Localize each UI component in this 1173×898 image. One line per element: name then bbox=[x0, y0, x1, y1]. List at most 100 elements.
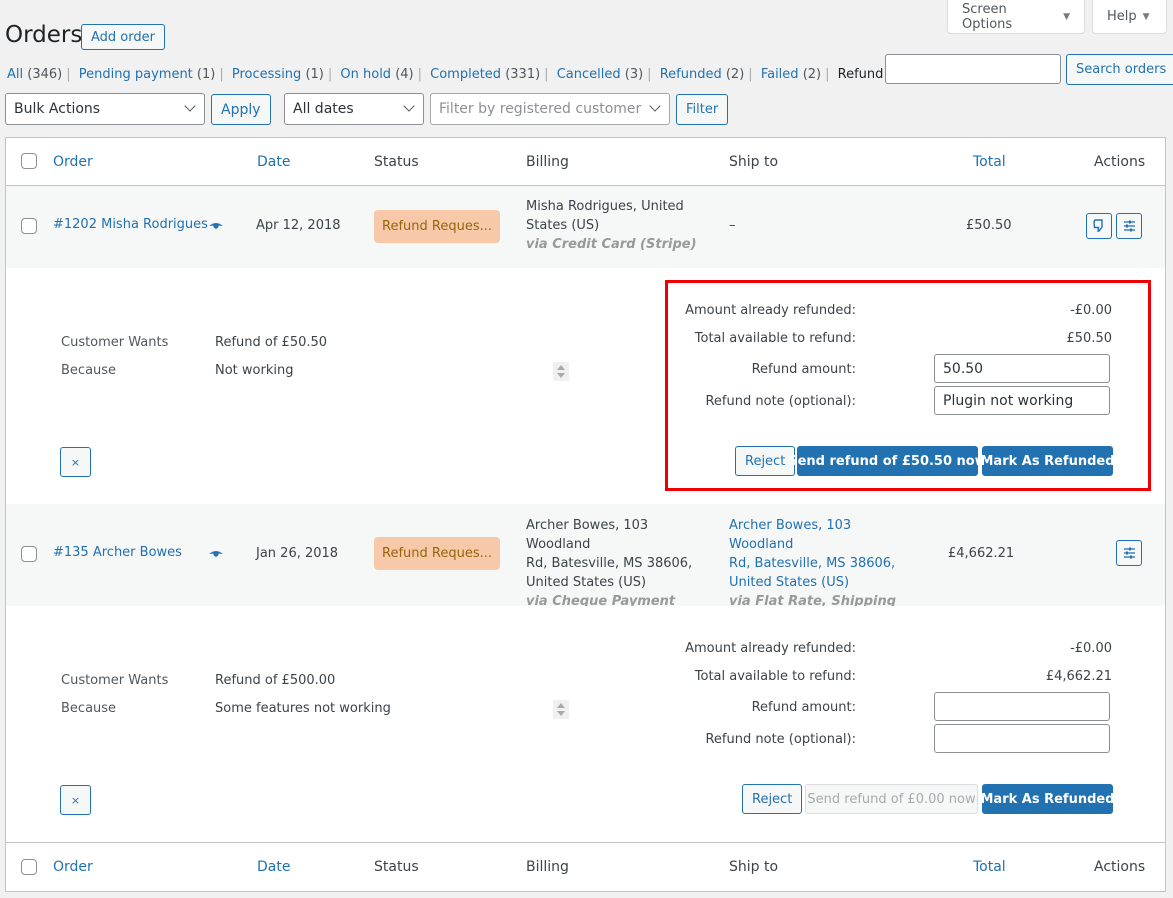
send-refund-button: Send refund of £0.00 now bbox=[805, 784, 978, 814]
close-detail-button[interactable]: × bbox=[60, 447, 91, 477]
customer-wants-label: Customer Wants bbox=[61, 335, 169, 350]
apply-button[interactable]: Apply bbox=[211, 94, 271, 125]
because-label: Because bbox=[61, 363, 117, 378]
edit-action-button[interactable] bbox=[1116, 540, 1142, 566]
screen-options-tab[interactable]: Screen Options ▼ bbox=[947, 0, 1085, 34]
separator: | bbox=[417, 67, 423, 82]
ship-to-line[interactable]: Rd, Batesville, MS 38606, bbox=[729, 554, 919, 573]
refund-request-action-button[interactable] bbox=[1086, 213, 1112, 239]
add-order-button[interactable]: Add order bbox=[81, 24, 165, 50]
filter-label[interactable]: On hold bbox=[340, 67, 391, 82]
customer-filter-select[interactable]: Filter by registered customer bbox=[430, 93, 670, 125]
filter-cancelled[interactable]: Cancelled (3) bbox=[557, 67, 643, 82]
column-actions: Actions bbox=[1094, 859, 1146, 875]
separator: | bbox=[544, 67, 549, 82]
search-orders-input[interactable] bbox=[885, 54, 1061, 84]
filter-count: (1) bbox=[196, 67, 216, 82]
filter-count: (2) bbox=[802, 67, 822, 82]
resize-spinner[interactable] bbox=[553, 362, 569, 381]
triangle-down-icon: ▼ bbox=[1063, 11, 1070, 22]
eye-preview-icon[interactable] bbox=[209, 550, 223, 558]
chevron-down-icon bbox=[403, 100, 415, 112]
orders-table: Order Date Status Billing Ship to Total … bbox=[5, 137, 1166, 892]
separator: | bbox=[327, 67, 333, 82]
bulk-actions-value: Bulk Actions bbox=[14, 101, 101, 117]
table-row: #1202 Misha Rodrigues Apr 12, 2018 Refun… bbox=[6, 186, 1165, 268]
refund-amount-input[interactable] bbox=[934, 692, 1110, 721]
filter-count: (3) bbox=[624, 67, 644, 82]
column-status: Status bbox=[374, 154, 419, 170]
order-total: £50.50 bbox=[966, 218, 1012, 233]
available-label: Total available to refund: bbox=[694, 669, 856, 684]
filter-count: (331) bbox=[505, 67, 541, 82]
row-checkbox[interactable] bbox=[21, 546, 37, 562]
column-billing: Billing bbox=[526, 154, 569, 170]
filter-pending-payment[interactable]: Pending payment (1) bbox=[79, 67, 216, 82]
filter-label[interactable]: Processing bbox=[232, 67, 301, 82]
filter-label[interactable]: Completed bbox=[430, 67, 501, 82]
order-date: Jan 26, 2018 bbox=[256, 546, 339, 561]
filter-on-hold[interactable]: On hold (4) bbox=[340, 67, 413, 82]
filter-label[interactable]: Pending payment bbox=[79, 67, 193, 82]
order-link[interactable]: #135 Archer Bowes bbox=[53, 543, 182, 562]
close-detail-button[interactable]: × bbox=[60, 785, 91, 815]
select-all-checkbox[interactable] bbox=[21, 859, 37, 875]
table-footer: Order Date Status Billing Ship to Total … bbox=[6, 842, 1165, 891]
ship-to-line[interactable]: United States (US) bbox=[729, 573, 919, 592]
column-ship-to: Ship to bbox=[729, 154, 779, 170]
chevron-down-icon bbox=[649, 100, 661, 112]
eye-preview-icon[interactable] bbox=[209, 222, 223, 230]
page-title: Orders bbox=[5, 22, 83, 48]
refund-amount-label: Refund amount: bbox=[751, 700, 856, 715]
filter-label[interactable]: Cancelled bbox=[557, 67, 621, 82]
filter-button[interactable]: Filter bbox=[676, 94, 729, 125]
dates-value: All dates bbox=[293, 101, 354, 117]
order-link[interactable]: #1202 Misha Rodrigues bbox=[53, 215, 208, 234]
filter-count: (1) bbox=[305, 67, 324, 82]
separator: | bbox=[647, 67, 652, 82]
available-value: £4,662.21 bbox=[1045, 669, 1112, 684]
column-total[interactable]: Total bbox=[973, 859, 1006, 875]
column-date[interactable]: Date bbox=[257, 154, 290, 170]
column-order[interactable]: Order bbox=[53, 859, 93, 875]
sliders-icon bbox=[1123, 547, 1135, 559]
because-value: Some features not working bbox=[215, 701, 391, 716]
billing-line: Rd, Batesville, MS 38606, bbox=[526, 556, 693, 571]
highlight-box bbox=[665, 280, 1151, 491]
ship-to-address: Archer Bowes, 103 Woodland Rd, Batesvill… bbox=[729, 516, 919, 611]
customer-filter-placeholder: Filter by registered customer bbox=[439, 101, 642, 117]
resize-spinner[interactable] bbox=[553, 700, 569, 719]
triangle-down-icon: ▼ bbox=[1142, 11, 1150, 22]
arrow-up-icon bbox=[557, 365, 565, 370]
bulk-actions-select[interactable]: Bulk Actions bbox=[5, 93, 205, 125]
filter-completed[interactable]: Completed (331) bbox=[430, 67, 540, 82]
dates-select[interactable]: All dates bbox=[284, 93, 424, 125]
filter-failed[interactable]: Failed (2) bbox=[761, 67, 821, 82]
filter-all[interactable]: All (346) bbox=[7, 67, 62, 82]
edit-action-button[interactable] bbox=[1116, 213, 1142, 239]
separator: | bbox=[748, 67, 753, 82]
billing-line: Misha Rodrigues, United bbox=[526, 199, 684, 214]
filter-label[interactable]: Refunded bbox=[660, 67, 722, 82]
refund-note-input[interactable] bbox=[934, 724, 1110, 753]
separator: | bbox=[825, 67, 830, 82]
search-orders-button[interactable]: Search orders bbox=[1066, 54, 1173, 85]
help-tab[interactable]: Help ▼ bbox=[1092, 0, 1167, 34]
ship-to-line[interactable]: Archer Bowes, 103 Woodland bbox=[729, 516, 919, 554]
column-order[interactable]: Order bbox=[53, 154, 93, 170]
column-total[interactable]: Total bbox=[973, 154, 1006, 170]
reject-button[interactable]: Reject bbox=[742, 784, 803, 814]
table-header: Order Date Status Billing Ship to Total … bbox=[6, 138, 1165, 186]
filter-label[interactable]: Failed bbox=[761, 67, 799, 82]
select-all-checkbox[interactable] bbox=[21, 153, 37, 169]
refund-note-label: Refund note (optional): bbox=[705, 732, 856, 747]
filter-processing[interactable]: Processing (1) bbox=[232, 67, 324, 82]
separator: | bbox=[219, 67, 224, 82]
mark-as-refunded-button[interactable]: Mark As Refunded bbox=[980, 784, 1115, 814]
billing-via: via Credit Card (Stripe) bbox=[526, 237, 697, 252]
column-date[interactable]: Date bbox=[257, 859, 290, 875]
filter-label[interactable]: All bbox=[7, 67, 23, 82]
row-checkbox[interactable] bbox=[21, 218, 37, 234]
billing-line: United States (US) bbox=[526, 575, 647, 590]
filter-refunded[interactable]: Refunded (2) bbox=[660, 67, 745, 82]
